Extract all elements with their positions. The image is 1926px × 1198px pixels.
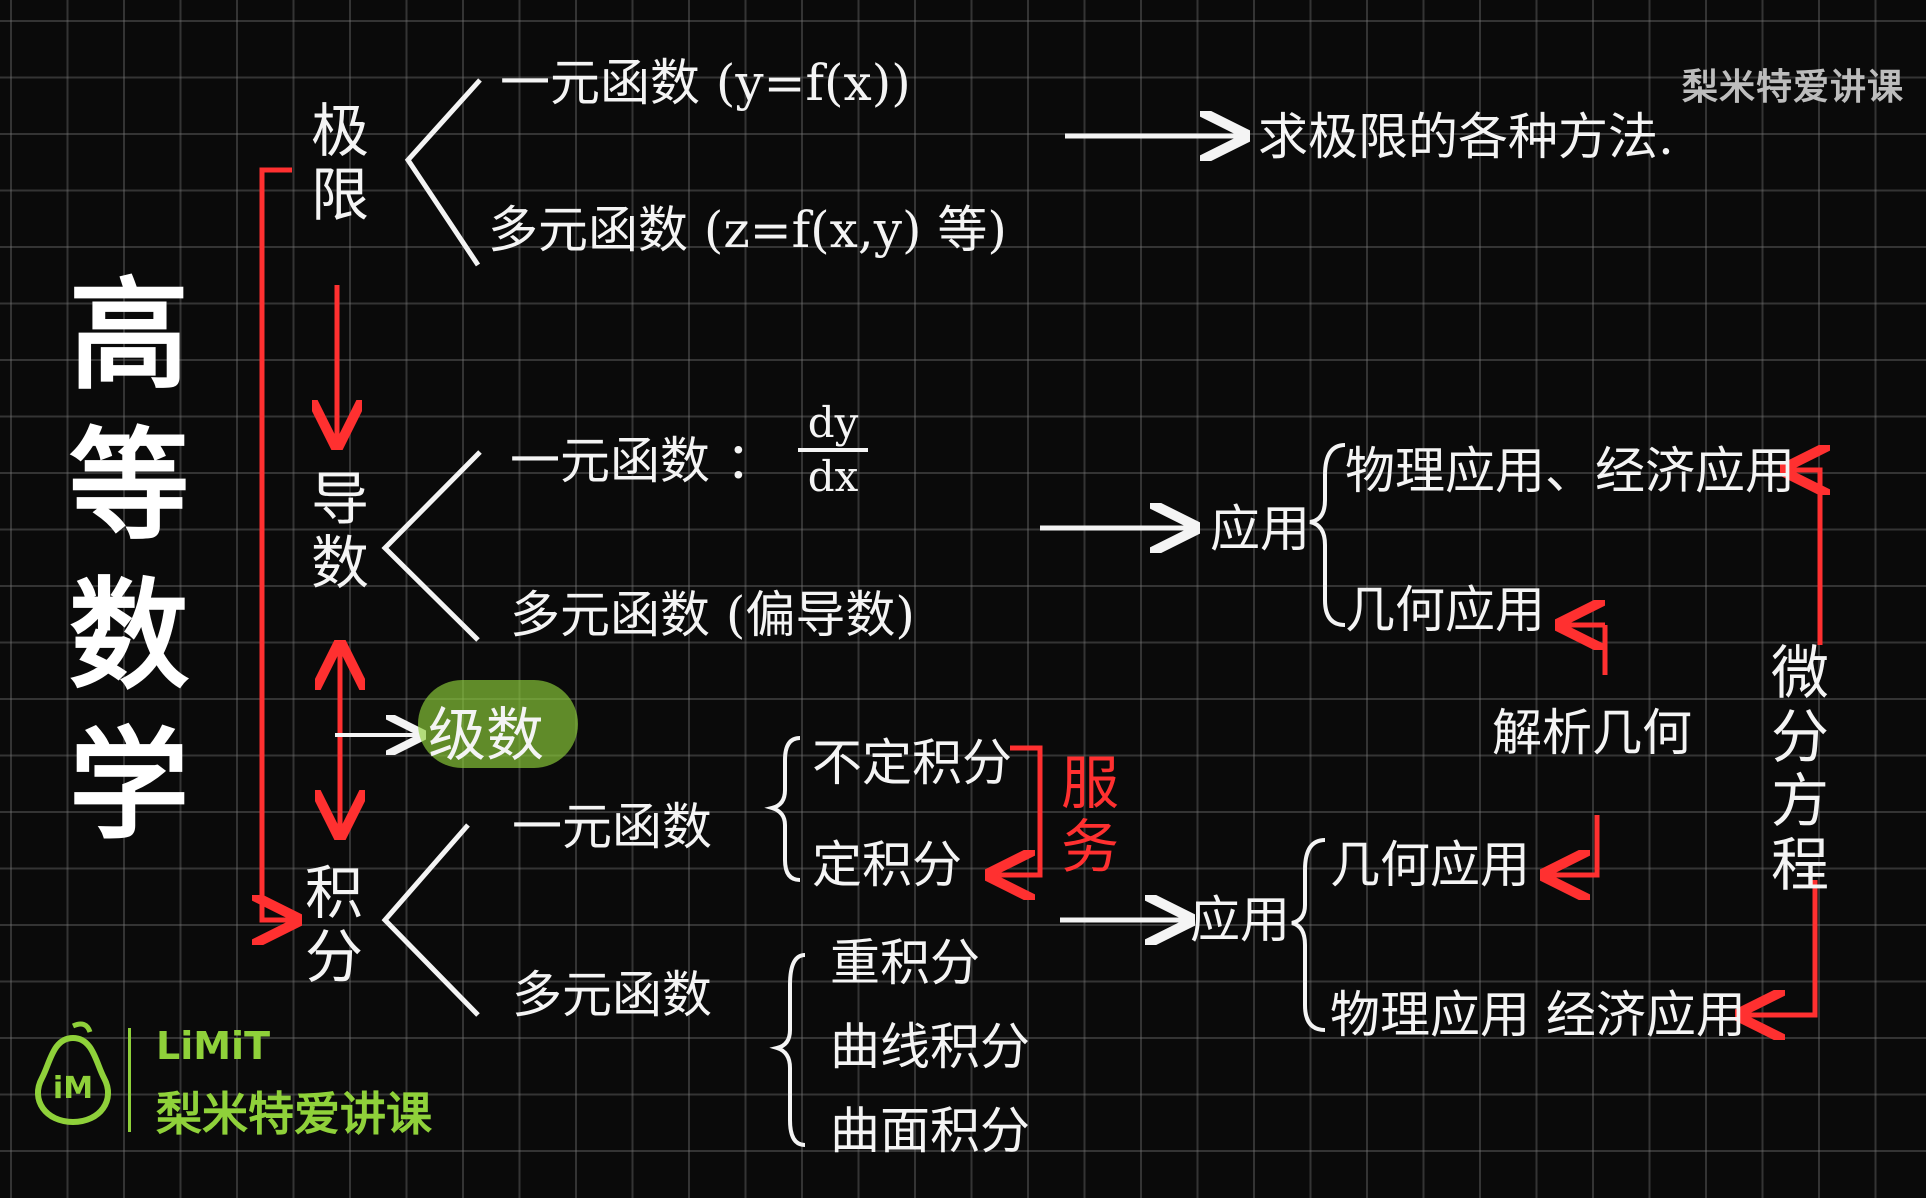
logo-name: LiMiT [156, 1024, 270, 1068]
definite-integral: 定积分 [812, 836, 962, 894]
multiple-integral: 重积分 [830, 934, 980, 992]
logo-mark: iM [53, 1071, 93, 1106]
analytic-geometry: 解析几何 [1492, 704, 1692, 762]
dy-dx-fraction: dy dx [798, 402, 868, 498]
analytic-to-integral-geo-arrow [1550, 815, 1600, 875]
derivative-app-brace [1309, 443, 1346, 627]
derivative-app-geometry: 几何应用 [1345, 581, 1545, 639]
derivative-item-multi: 多元函数 (偏导数) [510, 586, 915, 644]
limit-label: 极限 [301, 100, 369, 228]
integral-single-label: 一元函数 [512, 798, 712, 856]
main-title: 高等数学 [69, 267, 189, 856]
derivative-app-label: 应用 [1210, 500, 1310, 558]
single-integral-brace [764, 736, 801, 882]
limit-result: 求极限的各种方法. [1258, 108, 1674, 166]
integral-app-physics: 物理应用 经济应用 [1330, 986, 1746, 1044]
surface-integral: 曲面积分 [830, 1102, 1030, 1160]
line-integral: 曲线积分 [830, 1018, 1030, 1076]
logo-subtitle: 梨米特爱讲课 [156, 1087, 432, 1141]
watermark-top: 梨米特爱讲课 [1681, 67, 1904, 108]
integral-multi-label: 多元函数 [512, 966, 712, 1024]
pear-logo-icon: iM [34, 1021, 112, 1126]
series-label: 级数 [428, 701, 545, 769]
integral-label: 积分 [295, 862, 363, 990]
indefinite-integral: 不定积分 [812, 734, 1012, 792]
derivative-label: 导数 [301, 468, 369, 596]
serve-label: 服务 [1051, 752, 1119, 880]
diffeq-to-integral-app-arrow [1745, 880, 1818, 1015]
integral-app-label: 应用 [1190, 891, 1290, 949]
limit-item-multi: 多元函数 (z=f(x,y) 等) [488, 201, 1007, 259]
derivative-app-physics: 物理应用、经济应用 [1345, 442, 1795, 500]
multi-integral-brace [769, 953, 806, 1147]
brand-logo: iM LiMiT 梨米特爱讲课 [28, 1018, 468, 1148]
integral-app-geometry: 几何应用 [1330, 836, 1530, 894]
fraction-numerator: dy [807, 398, 859, 447]
logo-divider [128, 1028, 131, 1132]
integral-app-brace [1291, 838, 1326, 1032]
differential-equation: 微分方程 [1761, 642, 1829, 898]
fraction-denominator: dx [807, 452, 859, 501]
limit-fork [404, 78, 482, 267]
integral-fork [381, 823, 480, 1017]
limit-item-single: 一元函数 (y=f(x)) [500, 54, 911, 112]
derivative-item-single: 一元函数 ： [510, 432, 776, 490]
derivative-fork [381, 450, 482, 642]
limit-to-integral-arrow [262, 167, 292, 920]
